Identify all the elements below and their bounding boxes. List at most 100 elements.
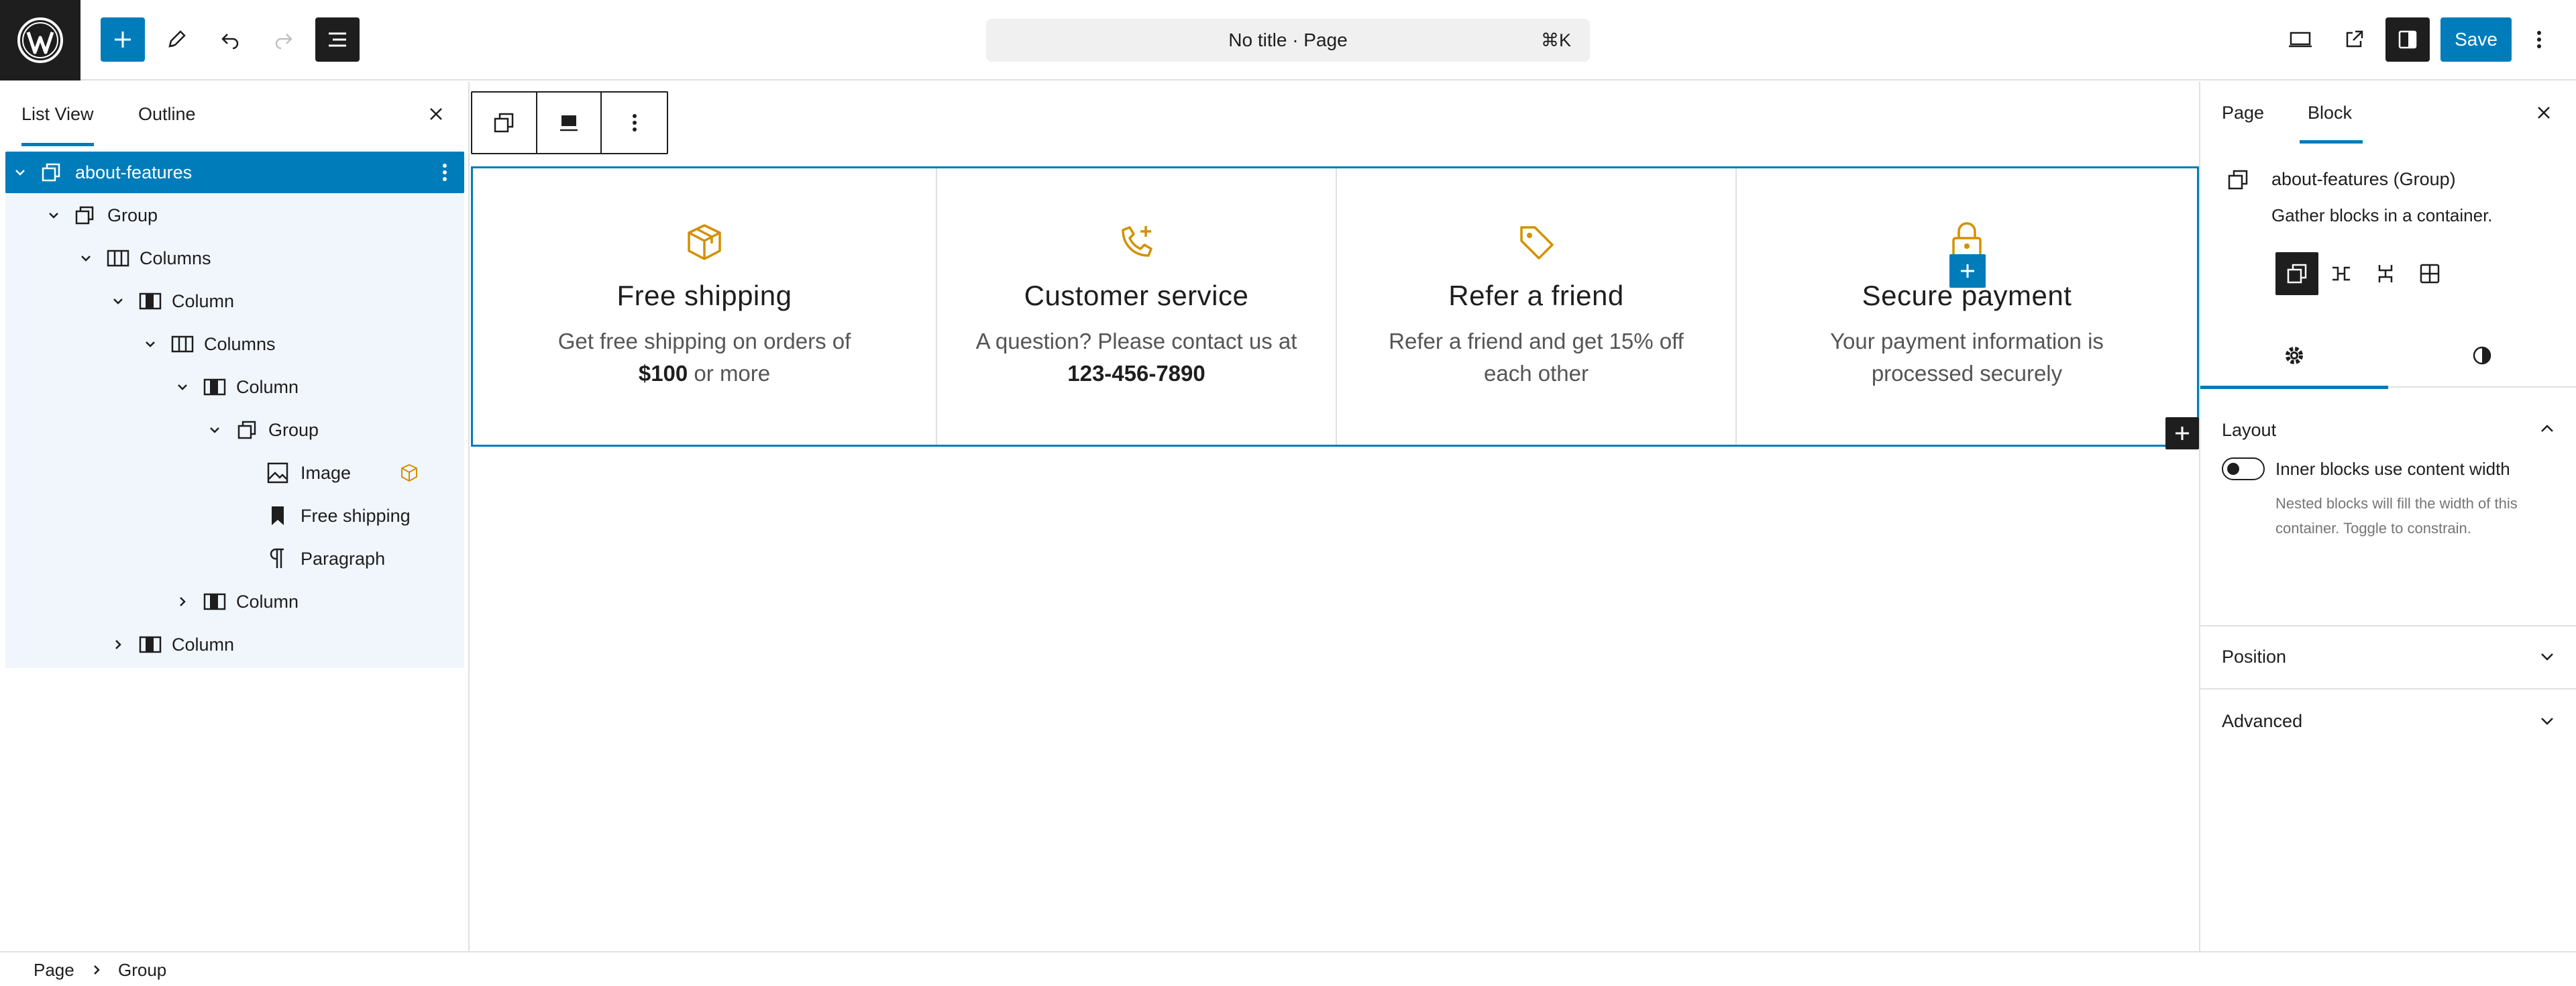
collapse-chevron[interactable]	[11, 163, 30, 182]
tab-list-view[interactable]: List View	[21, 82, 94, 146]
tree-item-image[interactable]: Image	[5, 452, 464, 494]
chevron-right-icon	[115, 640, 121, 649]
chevron-down-icon	[15, 170, 25, 176]
toggle-knob	[2227, 463, 2239, 475]
advanced-panel[interactable]: Advanced	[2200, 690, 2576, 753]
redo-button[interactable]	[262, 17, 306, 62]
tab-outline[interactable]: Outline	[138, 82, 196, 146]
group-icon	[494, 113, 514, 133]
feature-title[interactable]: Refer a friend	[1448, 280, 1623, 312]
feature-column-secure-payment[interactable]: Secure payment Your payment information …	[1735, 168, 2197, 445]
block-inserter-button[interactable]	[101, 17, 145, 62]
tree-item-label: about-features	[75, 162, 193, 182]
chevron-right-icon	[180, 597, 186, 606]
undo-button[interactable]	[208, 17, 252, 62]
tree-item-columns[interactable]: Columns	[5, 323, 464, 365]
tab-page[interactable]: Page	[2222, 82, 2264, 144]
tab-styles[interactable]	[2388, 323, 2576, 388]
collapse-section-button[interactable]	[2536, 417, 2559, 440]
list-view-tabs: List View Outline	[0, 82, 470, 146]
block-options-button[interactable]	[435, 159, 455, 186]
feature-text[interactable]: Get free shipping on orders of $100 or m…	[558, 325, 851, 390]
variation-group-button[interactable]	[2275, 252, 2318, 295]
collapse-chevron[interactable]	[141, 335, 160, 353]
wordpress-logo-icon	[17, 17, 63, 63]
block-options-button[interactable]	[602, 93, 667, 153]
variation-stack-button[interactable]	[2364, 252, 2407, 295]
feature-column-refer-a-friend[interactable]: Refer a friend Refer a friend and get 15…	[1336, 168, 1735, 445]
collapse-chevron[interactable]	[205, 421, 224, 439]
toggle-label: Inner blocks use content width	[2275, 459, 2510, 479]
tree-item-about-features[interactable]: about-features	[5, 152, 464, 193]
feature-column-customer-service[interactable]: Customer service A question? Please cont…	[936, 168, 1336, 445]
box-icon[interactable]	[683, 221, 726, 264]
tools-button[interactable]	[154, 17, 199, 62]
tree-item-column[interactable]: Column	[5, 366, 464, 408]
collapse-chevron[interactable]	[76, 249, 95, 268]
expand-section-button[interactable]	[2536, 645, 2559, 668]
tree-item-group[interactable]: Group	[5, 409, 464, 451]
feature-column-free-shipping[interactable]: Free shipping Get free shipping on order…	[473, 168, 936, 445]
variation-grid-button[interactable]	[2408, 252, 2451, 295]
close-settings-button[interactable]	[2529, 98, 2559, 127]
position-panel[interactable]: Position	[2200, 626, 2576, 690]
view-page-button[interactable]	[2332, 17, 2376, 62]
editor-canvas[interactable]: Free shipping Get free shipping on order…	[471, 82, 2199, 951]
command-palette-bar[interactable]: No title · Page ⌘K	[986, 19, 1590, 62]
phone-plus-icon[interactable]	[1115, 221, 1158, 264]
close-list-view-button[interactable]	[421, 99, 451, 129]
tree-item-column[interactable]: Column	[5, 624, 464, 665]
chevron-down-icon	[49, 213, 58, 219]
close-icon	[430, 108, 442, 120]
content-width-toggle[interactable]	[2222, 457, 2265, 480]
block-type-switcher[interactable]	[472, 93, 537, 153]
feature-text-line: Your payment information is	[1830, 329, 2104, 353]
append-block-button[interactable]	[2165, 417, 2199, 449]
tree-item-paragraph[interactable]: Paragraph	[5, 538, 464, 580]
wordpress-logo-button[interactable]	[0, 0, 80, 80]
plus-icon	[2176, 427, 2189, 440]
inline-inserter-button[interactable]	[1949, 254, 1986, 288]
tree-item-label: Free shipping	[301, 505, 411, 526]
tag-icon[interactable]	[1515, 221, 1558, 264]
align-button[interactable]	[537, 93, 602, 153]
about-features-group-block[interactable]: Free shipping Get free shipping on order…	[471, 166, 2199, 447]
feature-text[interactable]: Your payment information is processed se…	[1830, 325, 2104, 390]
expand-chevron[interactable]	[109, 635, 127, 654]
tree-item-heading[interactable]: Free shipping	[5, 495, 464, 537]
breadcrumb-group[interactable]: Group	[118, 952, 166, 986]
document-overview-button[interactable]	[315, 17, 360, 62]
chevron-down-icon	[2541, 718, 2553, 725]
position-panel-toggle[interactable]: Position	[2222, 647, 2286, 667]
expand-section-button[interactable]	[2536, 710, 2559, 732]
chevron-down-icon	[146, 341, 155, 347]
collapse-chevron[interactable]	[44, 206, 63, 225]
collapse-chevron[interactable]	[173, 378, 192, 396]
feature-title[interactable]: Free shipping	[617, 280, 792, 312]
tab-settings[interactable]	[2200, 323, 2388, 389]
feature-title[interactable]: Customer service	[1024, 280, 1249, 312]
align-full-icon	[560, 115, 578, 131]
variation-row-button[interactable]	[2320, 252, 2363, 295]
tree-item-column[interactable]: Column	[5, 280, 464, 322]
feature-text[interactable]: Refer a friend and get 15% off each othe…	[1389, 325, 1684, 390]
group-icon	[39, 160, 63, 184]
save-button[interactable]: Save	[2440, 17, 2512, 62]
tree-item-columns[interactable]: Columns	[5, 237, 464, 279]
layout-panel-toggle[interactable]: Layout	[2222, 420, 2276, 441]
collapse-chevron[interactable]	[109, 292, 127, 311]
tree-item-label: Column	[172, 634, 235, 655]
feature-text[interactable]: A question? Please contact us at 123-456…	[976, 325, 1297, 390]
preview-button[interactable]	[2278, 17, 2322, 62]
tab-block[interactable]: Block	[2299, 82, 2363, 144]
options-button[interactable]	[2522, 17, 2556, 62]
tree-item-group[interactable]: Group	[5, 195, 464, 236]
column-icon	[203, 375, 227, 399]
more-vertical-icon	[632, 114, 637, 131]
settings-sidebar-toggle[interactable]	[2385, 17, 2430, 62]
tree-item-column[interactable]: Column	[5, 581, 464, 622]
breadcrumb-page[interactable]: Page	[34, 952, 74, 986]
feature-text-line: processed securely	[1871, 361, 2063, 386]
expand-chevron[interactable]	[173, 592, 192, 611]
advanced-panel-toggle[interactable]: Advanced	[2222, 711, 2302, 732]
